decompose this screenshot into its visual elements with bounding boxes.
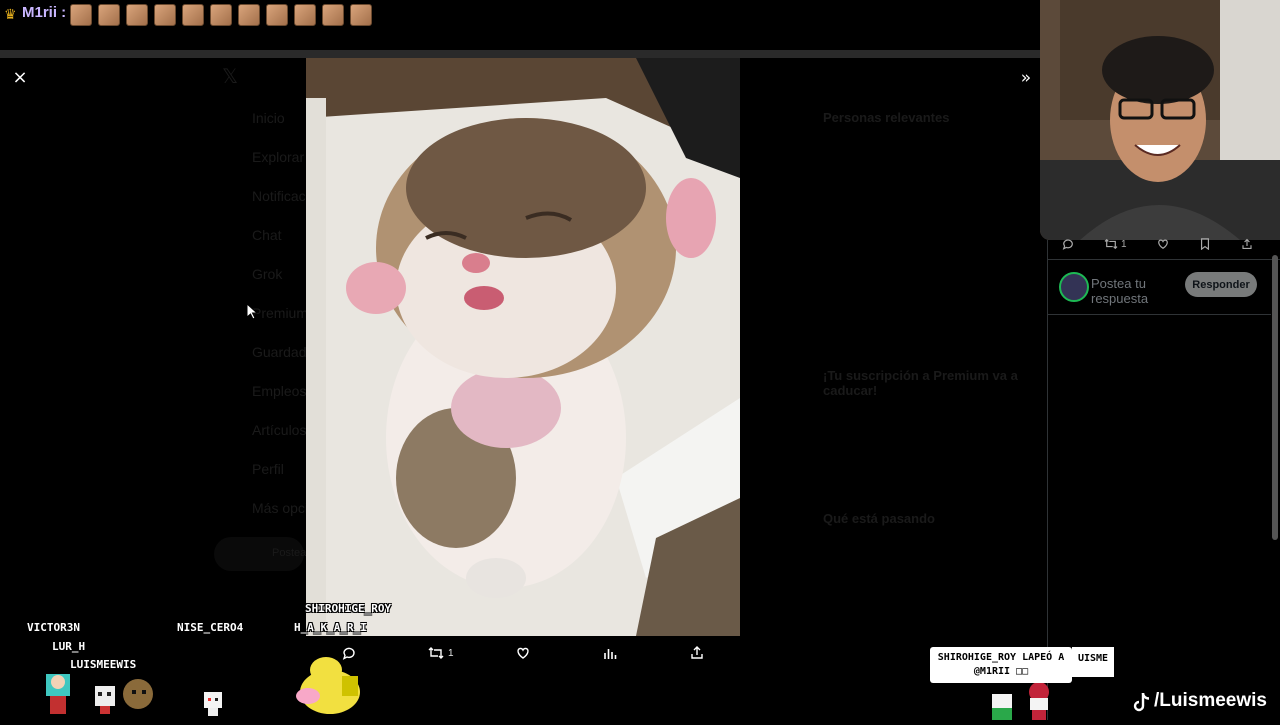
retweet-button[interactable]: 1: [428, 646, 454, 660]
cat-emote-icon: [126, 4, 148, 26]
avatar-sprite: [118, 674, 158, 718]
crown-icon: ♛: [4, 6, 17, 22]
avatar-sprite: [1024, 680, 1054, 720]
avatar-sprite: [988, 690, 1016, 720]
avatar-sprite: [202, 690, 224, 718]
chat-notification: SHIROHIGE_ROY LAPEÓ A @M1RII □□: [930, 647, 1072, 683]
overlay-username: LUISMEEWIS: [70, 658, 137, 671]
divider: [0, 50, 1040, 58]
panel-action-row: 1: [1062, 238, 1253, 250]
like-icon[interactable]: [1157, 238, 1169, 250]
kitten-photo: [306, 58, 740, 636]
retweet-icon: [1104, 238, 1118, 250]
mouse-cursor: [246, 302, 259, 324]
close-button[interactable]: ×: [10, 68, 30, 88]
overlay-username: H_A_K_A_R_I: [294, 621, 367, 634]
cat-emote-icon: [294, 4, 316, 26]
cat-emote-icon: [154, 4, 176, 26]
retweet-count: 1: [448, 647, 454, 659]
post-image[interactable]: [306, 58, 740, 636]
avatar: [1059, 272, 1089, 302]
cat-emote-icon: [70, 4, 92, 26]
sidebar-item-jobs[interactable]: Empleos: [252, 383, 306, 399]
relevant-people-heading: Personas relevantes: [823, 110, 950, 125]
expand-panel-button[interactable]: »: [1016, 68, 1036, 88]
divider: [1047, 314, 1271, 315]
webcam-overlay: [1040, 0, 1280, 240]
overlay-username: LUR_H: [52, 640, 86, 653]
trending-heading: Qué está pasando: [823, 511, 935, 526]
reply-icon[interactable]: [1062, 238, 1074, 250]
sidebar-item-premium[interactable]: Premium: [252, 305, 308, 321]
overlay-username: VICTOR3N: [27, 621, 80, 634]
sidebar-item-home[interactable]: Inicio: [252, 110, 285, 126]
reply-button[interactable]: Responder: [1185, 272, 1257, 297]
share-icon[interactable]: [690, 645, 704, 665]
retweet-count: 1: [1121, 238, 1127, 250]
divider: [1047, 259, 1280, 260]
views-icon[interactable]: [603, 646, 617, 665]
cat-emote-icon: [182, 4, 204, 26]
tiktok-icon: [1132, 692, 1152, 719]
scrollbar[interactable]: [1272, 255, 1278, 540]
share-icon[interactable]: [1241, 238, 1253, 250]
sidebar-item-articles[interactable]: Artículos: [252, 422, 306, 438]
avatar-sprite: [92, 682, 118, 716]
reply-input[interactable]: Postea tu respuesta: [1091, 276, 1171, 306]
sidebar-item-explore[interactable]: Explorar: [252, 149, 304, 165]
chat-username: M1rii :: [22, 4, 67, 21]
post-button[interactable]: Postear: [214, 537, 310, 571]
cat-emote-icon: [98, 4, 120, 26]
bookmark-icon[interactable]: [1199, 238, 1211, 250]
sidebar-item-profile[interactable]: Perfil: [252, 461, 284, 477]
sidebar-item-grok[interactable]: Grok: [252, 266, 282, 282]
avatar-sprite: [38, 668, 78, 718]
overlay-username: NISE_CERO4: [177, 621, 244, 634]
cat-emote-icon: [238, 4, 260, 26]
cat-emote-icon: [266, 4, 288, 26]
like-icon[interactable]: [516, 646, 530, 665]
retweet-button[interactable]: 1: [1104, 238, 1127, 250]
x-logo-icon: 𝕏: [222, 66, 239, 88]
chat-notification: UISME: [1072, 647, 1114, 677]
premium-expiry-heading: ¡Tu suscripción a Premium va a caducar!: [823, 368, 1018, 398]
retweet-icon: [428, 647, 444, 659]
cat-emote-icon: [322, 4, 344, 26]
overlay-username: SHIROHIGE_ROY: [305, 602, 392, 615]
tiktok-handle: /Luismeewis: [1154, 690, 1267, 711]
sidebar-item-chat[interactable]: Chat: [252, 227, 282, 243]
cat-emote-icon: [210, 4, 232, 26]
emote-row: [70, 4, 372, 26]
psyduck-sprite: [286, 652, 376, 718]
cat-emote-icon: [350, 4, 372, 26]
